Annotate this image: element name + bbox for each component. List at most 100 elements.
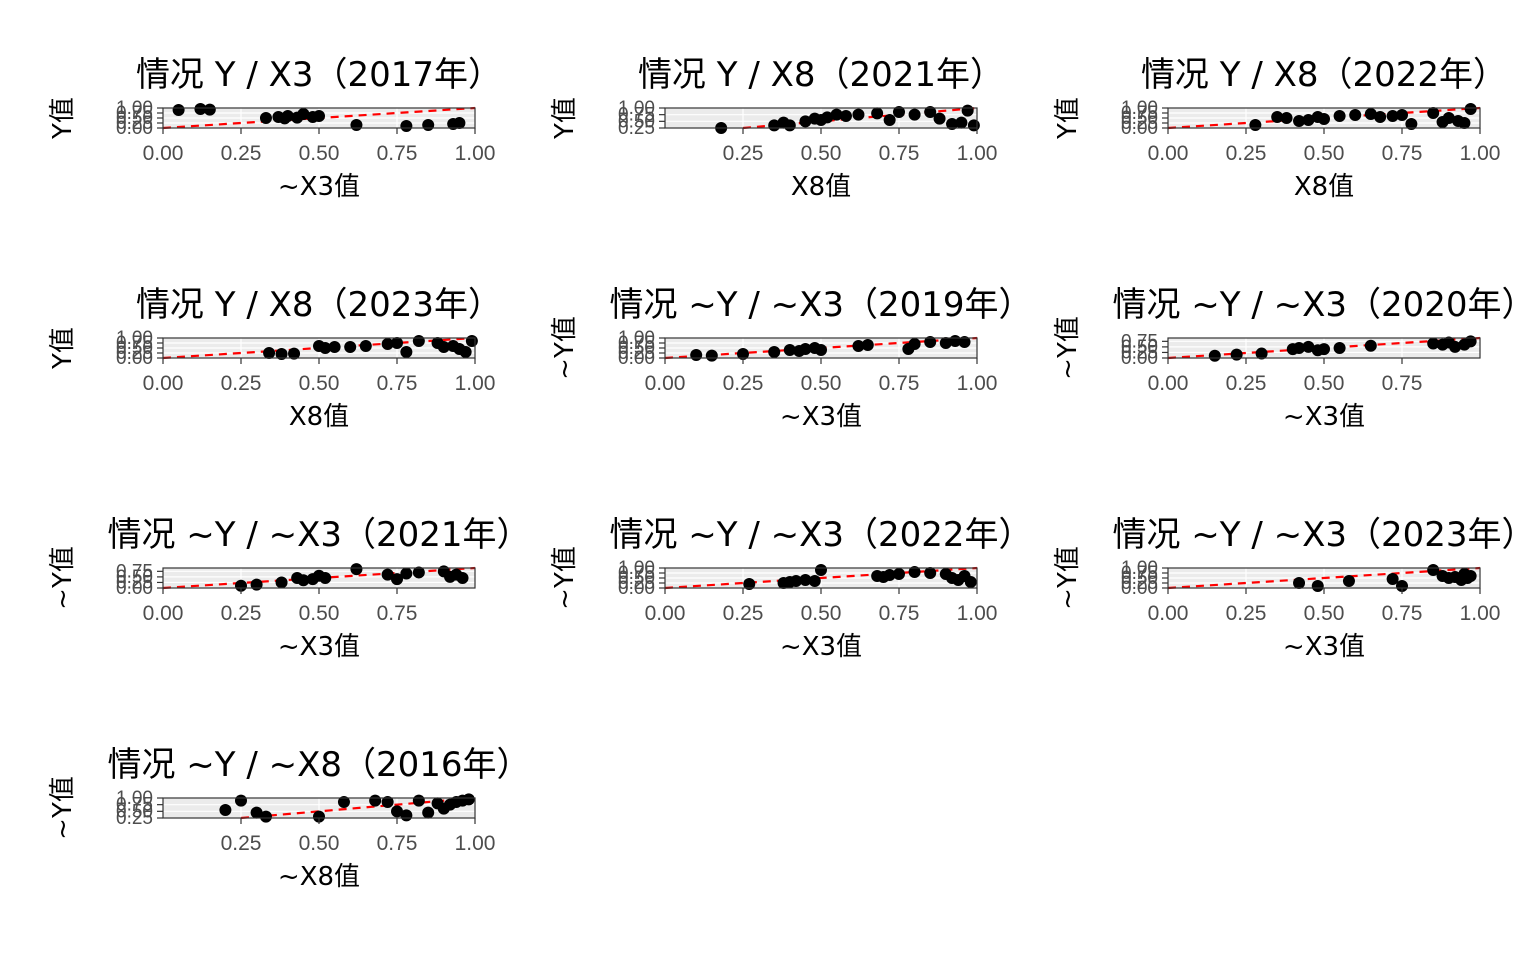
x-axis-label: ~X8值 [278, 862, 360, 892]
x-tick-label: 0.75 [377, 142, 418, 165]
data-point [1349, 109, 1362, 121]
data-point [1280, 112, 1293, 124]
data-point [263, 347, 276, 359]
y-axis-label: ~Y值 [1053, 546, 1083, 610]
x-tick-label: 0.50 [801, 372, 842, 395]
data-point [319, 572, 332, 584]
x-tick-label: 1.00 [957, 142, 998, 165]
data-point [465, 335, 478, 347]
x-tick-label: 1.00 [455, 832, 496, 855]
x-tick-label: 0.50 [299, 372, 340, 395]
y-tick-label: 1.00 [618, 98, 655, 119]
data-point [808, 575, 821, 587]
data-point [839, 110, 852, 122]
x-tick-label: 0.25 [1226, 142, 1267, 165]
data-point [1374, 111, 1387, 123]
chart-grid: 0.00 0.25 0.50 0.75 1.00 0.00 0.25 0.50 0.75 1.00… [0, 0, 1540, 951]
x-axis-label: ~X3值 [278, 172, 360, 202]
y-tick-label: 0.75 [116, 561, 153, 582]
y-tick-label: 0.75 [1121, 331, 1158, 352]
x-tick-label: 0.00 [143, 142, 184, 165]
chart-title: 情况 ~Y / ~X3（2023年） [1112, 515, 1535, 555]
x-tick-label: 0.50 [299, 142, 340, 165]
data-point [893, 568, 905, 580]
x-tick-label: 0.25 [221, 602, 262, 625]
x-tick-label: 0.75 [879, 602, 920, 625]
facet-panel-10: 0.25 0.50 0.75 1.000.250.500.751.00情况 ~Y / … [48, 745, 531, 892]
x-tick-label: 0.75 [1382, 372, 1423, 395]
data-point [1249, 119, 1262, 131]
data-point [690, 349, 703, 361]
data-point [1342, 575, 1355, 587]
x-tick-label: 0.75 [377, 372, 418, 395]
x-tick-label: 0.00 [143, 602, 184, 625]
data-point [400, 120, 413, 132]
y-tick-label: 1.00 [116, 98, 153, 119]
data-point [462, 793, 475, 806]
x-tick-label: 0.50 [1304, 142, 1345, 165]
chart-title: 情况 ~Y / ~X3（2021年） [107, 515, 530, 555]
data-point [369, 794, 382, 807]
data-point [344, 341, 357, 353]
x-tick-label: 1.00 [1460, 602, 1501, 625]
y-axis-label: ~Y值 [48, 776, 78, 840]
y-tick-label: 1.00 [1121, 558, 1158, 579]
x-axis-label: ~X3值 [278, 632, 360, 662]
data-point [1318, 113, 1330, 125]
data-point [1230, 348, 1243, 361]
x-axis-label: X8值 [1294, 172, 1354, 202]
x-tick-label: 0.25 [723, 602, 764, 625]
data-point [961, 104, 974, 117]
data-point [400, 809, 413, 822]
y-tick-label: 1.00 [618, 328, 655, 349]
data-point [908, 108, 921, 121]
x-tick-label: 0.25 [1226, 602, 1267, 625]
data-point [1396, 109, 1408, 121]
y-axis-label: ~Y值 [550, 316, 580, 380]
y-axis-label: Y值 [550, 97, 580, 140]
data-point [172, 104, 185, 116]
data-point [783, 119, 796, 132]
data-point [250, 578, 263, 591]
x-tick-label: 0.00 [645, 372, 686, 395]
facet-panel-8: 0.00 0.25 0.50 0.75 1.000.000.250.500.751.00… [550, 515, 1033, 662]
facet-panel-6: 0.00 0.25 0.50 0.750.000.250.500.75情况 ~Y / … [1053, 285, 1536, 432]
data-point [1208, 349, 1221, 362]
data-point [1333, 342, 1346, 354]
data-point [422, 119, 435, 131]
facet-panel-4: 0.00 0.25 0.50 0.75 1.000.000.250.500.751.00… [48, 285, 502, 432]
x-tick-label: 0.50 [299, 602, 340, 625]
data-point [955, 116, 968, 129]
x-tick-label: 1.00 [1460, 142, 1501, 165]
data-point [908, 338, 921, 350]
data-point [328, 341, 341, 353]
data-point [871, 107, 884, 120]
data-point [259, 810, 272, 823]
x-axis-label: ~X3值 [1283, 402, 1365, 432]
y-axis-label: ~Y值 [1053, 316, 1083, 380]
x-tick-label: 0.50 [299, 832, 340, 855]
x-tick-label: 0.50 [1304, 602, 1345, 625]
x-tick-label: 0.75 [879, 372, 920, 395]
facet-panel-9: 0.00 0.25 0.50 0.75 1.000.000.250.500.751.00… [1053, 515, 1536, 662]
data-point [350, 563, 363, 576]
data-point [815, 344, 827, 356]
data-point [391, 337, 403, 349]
x-tick-label: 1.00 [455, 372, 496, 395]
x-axis-label: X8值 [791, 172, 851, 202]
data-point [400, 346, 413, 358]
x-tick-label: 0.25 [221, 832, 262, 855]
x-tick-label: 1.00 [455, 142, 496, 165]
data-point [235, 794, 247, 807]
data-point [412, 335, 425, 347]
chart-title: 情况 ~Y / ~X3（2020年） [1112, 285, 1535, 325]
x-axis-label: ~X3值 [1283, 632, 1365, 662]
data-point [861, 339, 874, 351]
data-point [400, 567, 413, 580]
x-tick-label: 0.25 [723, 372, 764, 395]
x-tick-label: 0.00 [1148, 602, 1189, 625]
data-point [422, 806, 435, 819]
data-point [1333, 110, 1346, 122]
x-tick-label: 0.75 [879, 142, 920, 165]
x-tick-label: 0.00 [645, 602, 686, 625]
